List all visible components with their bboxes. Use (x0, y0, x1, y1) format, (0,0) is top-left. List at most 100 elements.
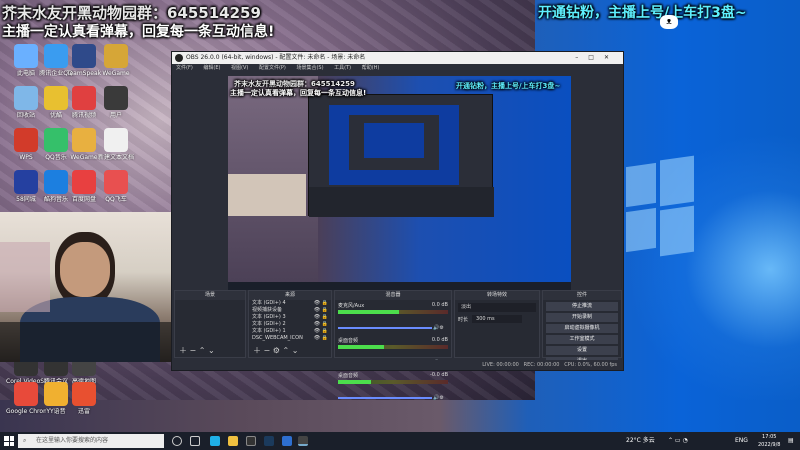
menu-profile[interactable]: 配置文件(P) (259, 65, 286, 71)
control-button[interactable]: 工作室模式 (546, 335, 618, 344)
mixer-dock: 混音器 麦克风/Aux 0.0 dB 🔊⚙ 桌面音频 0.0 dB 🔊⚙ 桌面音频 -0.… (334, 290, 452, 401)
visibility-lock-icon[interactable]: 👁 🔒 (314, 328, 328, 335)
overlay-notice-text: 主播一定认真看弹幕，回复每一条互动信息! (2, 24, 275, 40)
status-rec: REC: 00:00:00 (523, 362, 560, 368)
speaker-icon[interactable]: 🔊⚙ (432, 395, 444, 401)
cortana-icon[interactable] (172, 436, 182, 446)
scenes-dock: 场景 ＋ − ⌃ ⌄ (174, 290, 246, 358)
menu-edit[interactable]: 编辑(E) (203, 65, 220, 71)
visibility-lock-icon[interactable]: 👁 🔒 (314, 314, 328, 321)
volume-level (338, 310, 399, 314)
speaker-icon[interactable]: 🔊⚙ (432, 325, 444, 331)
obs-window[interactable]: OBS 26.0.0 (64-bit, windows) - 配置文件: 未命名… (171, 51, 624, 401)
bed-background (0, 242, 50, 312)
volume-level (338, 345, 385, 349)
status-cpu: CPU: 0.0%, 60.00 fps (564, 362, 617, 368)
sources-dock: 来源 文本 (GDI+) 4 👁 🔒 视频捕获设备 👁 🔒 文本 (GDI+) 3 👁 🔒… (248, 290, 332, 358)
duration-row: 时长 300 ms (458, 315, 536, 323)
source-name: 文本 (GDI+) 4 (252, 300, 286, 306)
source-row[interactable]: 文本 (GDI+) 4 👁 🔒 (249, 300, 331, 307)
desktop-icon-label: QQ飞车 (105, 196, 127, 203)
preview-overlay-banner: 开通钻粉，主播上号/上车打3盘~ (456, 82, 561, 90)
mixer-channels: 麦克风/Aux 0.0 dB 🔊⚙ 桌面音频 0.0 dB 🔊⚙ 桌面音频 -0.0 dB… (335, 300, 451, 405)
source-add-remove-buttons[interactable]: ＋ − ⚙ ⌃ ⌄ (253, 345, 298, 356)
ime-indicator[interactable]: ENG (735, 434, 748, 448)
window-controls[interactable]: –□✕ (575, 52, 619, 64)
cat-emoji-icon: ᴥ (660, 15, 678, 29)
transition-select[interactable]: 淡出 (458, 303, 536, 312)
clock-time: 17:05 (762, 434, 777, 440)
file-explorer-icon[interactable] (228, 436, 238, 446)
mixer-channel-db: 0.0 dB (431, 337, 448, 343)
tray-icons[interactable]: ⌃ ▭ ◔ (668, 434, 688, 448)
task-view-icon[interactable] (190, 436, 200, 446)
preview-webcam (228, 174, 306, 216)
source-row[interactable]: 文本 (GDI+) 2 👁 🔒 (249, 321, 331, 328)
control-button[interactable]: 停止推流 (546, 302, 618, 311)
menu-tools[interactable]: 工具(T) (334, 65, 351, 71)
volume-slider[interactable] (338, 327, 432, 329)
weather-widget[interactable]: 22°C 多云 (626, 434, 655, 448)
visibility-lock-icon[interactable]: 👁 🔒 (314, 321, 328, 328)
app-icon (14, 128, 38, 152)
menu-help[interactable]: 帮助(H) (362, 65, 380, 71)
app-icon (14, 86, 38, 110)
windows-logo-pane (626, 162, 656, 208)
desktop: 此电脑 腾讯企业QQ TeamSpeak WeGame 回收站 优酷 腾讯视频 用户 WPS QQ… (0, 0, 800, 450)
desk (0, 322, 188, 362)
mixer-channel-name: 桌面音频 (338, 373, 359, 379)
scene-add-remove-buttons[interactable]: ＋ − ⌃ ⌄ (179, 345, 215, 356)
app-icon (72, 44, 96, 68)
duration-label: 时长 (458, 316, 469, 323)
status-live: LIVE: 00:00:00 (482, 362, 519, 368)
scenes-header: 场景 (175, 291, 245, 300)
notification-icon[interactable]: ▤ (788, 434, 794, 448)
clock[interactable]: 17:05 2022/9/8 (758, 433, 780, 449)
obs-preview[interactable]: 芥末水友开黑动物园群：645514259 主播一定认真看弹幕，回复每一条互动信息… (228, 76, 571, 290)
visibility-lock-icon[interactable]: 👁 🔒 (314, 300, 328, 307)
menu-view[interactable]: 视图(V) (231, 65, 248, 71)
desktop-icon[interactable]: QQ飞车 (96, 170, 136, 203)
preview-overlay-notice: 主播一定认真看弹幕，回复每一条互动信息! (230, 89, 367, 97)
edge-icon[interactable] (210, 436, 220, 446)
sources-header: 来源 (249, 291, 331, 300)
visibility-lock-icon[interactable]: 👁 🔒 (314, 335, 328, 342)
controls-list: 停止推流开始录制启动虚拟摄像机工作室模式设置退出 (543, 302, 621, 366)
desktop-icon[interactable]: 迅雷 (64, 382, 104, 415)
obs-statusbar: LIVE: 00:00:00 REC: 00:00:00 CPU: 0.0%, … (172, 360, 623, 370)
volume-meter (338, 310, 448, 314)
duration-input[interactable]: 300 ms (472, 315, 523, 323)
app-icon (72, 128, 96, 152)
preview-taskbar (228, 282, 571, 290)
taskbar-search-input[interactable]: ⌕ 在这里输入你要搜索的内容 (18, 434, 164, 448)
volume-slider[interactable] (338, 397, 432, 399)
menu-file[interactable]: 文件(F) (176, 65, 193, 71)
menu-scene-collection[interactable]: 场景集合(S) (296, 65, 323, 71)
obs-taskbar-icon[interactable] (298, 436, 308, 446)
source-row[interactable]: DSC_WEBCAM_ICON 👁 🔒 (249, 335, 331, 342)
app-icon[interactable] (282, 436, 292, 446)
source-row[interactable]: 文本 (GDI+) 3 👁 🔒 (249, 314, 331, 321)
desktop-icon[interactable]: WeGame (96, 44, 136, 77)
start-button-icon[interactable] (4, 436, 14, 446)
transitions-header: 转场特效 (455, 291, 539, 300)
desktop-icon-label: 迅雷 (77, 408, 90, 415)
source-row[interactable]: 视频捕获设备 👁 🔒 (249, 307, 331, 314)
control-button[interactable]: 设置 (546, 346, 618, 355)
mixer-channel-name: 麦克风/Aux (338, 303, 365, 309)
app-icon (14, 382, 38, 406)
desktop-icon[interactable]: 用户 (96, 86, 136, 119)
steam-icon[interactable] (264, 436, 274, 446)
mixer-channel-db: 0.0 dB (431, 302, 448, 308)
visibility-lock-icon[interactable]: 👁 🔒 (314, 307, 328, 314)
app-icon (104, 44, 128, 68)
control-button[interactable]: 启动虚拟摄像机 (546, 324, 618, 333)
volume-meter (338, 345, 448, 349)
webcam-feed (0, 212, 188, 362)
transitions-dock: 转场特效 淡出 时长 300 ms (454, 290, 540, 358)
desktop-icon-label: WeGame (102, 70, 130, 77)
source-row[interactable]: 文本 (GDI+) 1 👁 🔒 (249, 328, 331, 335)
app-icon[interactable] (246, 436, 256, 446)
desktop-icon[interactable]: 新建文本文档 (96, 128, 136, 161)
control-button[interactable]: 开始录制 (546, 313, 618, 322)
